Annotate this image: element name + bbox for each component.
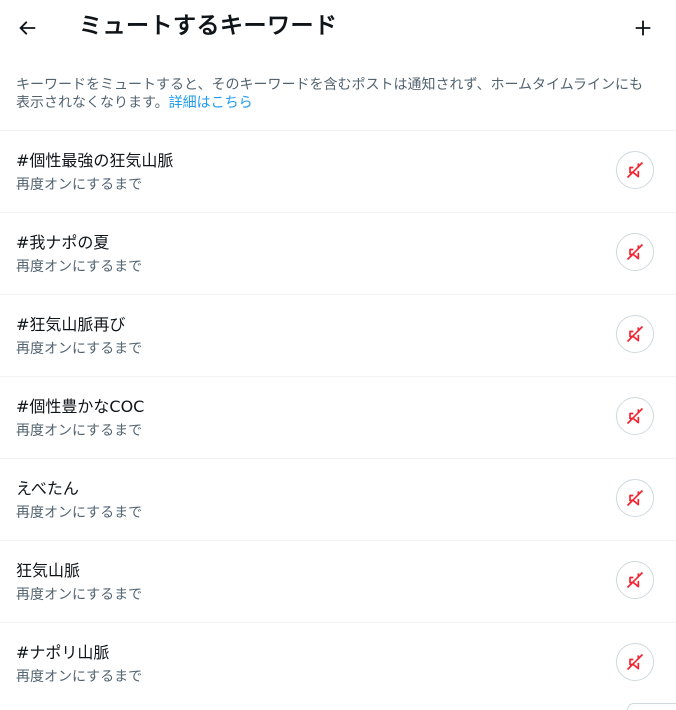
back-button[interactable] — [8, 9, 46, 47]
mute-duration: 再度オンにするまで — [16, 587, 143, 603]
list-item[interactable]: #個性豊かなCOC 再度オンにするまで — [0, 376, 676, 458]
unmute-button[interactable] — [616, 151, 654, 189]
plus-icon — [635, 20, 651, 36]
keyword-text: 狂気山脈 — [16, 561, 81, 580]
list-item[interactable]: 狂気山脈 再度オンにするまで — [0, 540, 676, 622]
speaker-muted-icon — [626, 653, 644, 671]
arrow-left-icon — [19, 21, 36, 35]
header: ミュートするキーワード — [0, 0, 676, 56]
keyword-text: #個性最強の狂気山脈 — [16, 151, 174, 170]
mute-duration: 再度オンにするまで — [16, 505, 143, 521]
list-item[interactable]: #我ナポの夏 再度オンにするまで — [0, 212, 676, 294]
keyword-text: #我ナポの夏 — [16, 233, 110, 252]
unmute-button[interactable] — [616, 479, 654, 517]
keyword-text: えべたん — [16, 479, 79, 498]
muted-keywords-page: ミュートするキーワード キーワードをミュートすると、そのキーワードを含むポストは… — [0, 0, 676, 710]
speaker-muted-icon — [626, 407, 644, 425]
description-text: キーワードをミュートすると、そのキーワードを含むポストは通知されず、ホームタイム… — [16, 77, 644, 111]
list-item[interactable]: #狂気山脈再び 再度オンにするまで — [0, 294, 676, 376]
muted-keyword-list: #個性最強の狂気山脈 再度オンにするまで #我ナポの夏 再度オンにするまで #狂… — [0, 130, 676, 704]
keyword-text: #狂気山脈再び — [16, 315, 126, 334]
keyword-text: #ナポリ山脈 — [16, 643, 110, 662]
unmute-button[interactable] — [616, 561, 654, 599]
list-item[interactable]: #個性最強の狂気山脈 再度オンにするまで — [0, 130, 676, 212]
page-title: ミュートするキーワード — [79, 13, 338, 39]
unmute-button[interactable] — [616, 643, 654, 681]
mute-duration: 再度オンにするまで — [16, 259, 143, 275]
speaker-muted-icon — [626, 243, 644, 261]
mute-duration: 再度オンにするまで — [16, 423, 143, 439]
speaker-muted-icon — [626, 161, 644, 179]
unmute-button[interactable] — [616, 397, 654, 435]
unmute-button[interactable] — [616, 315, 654, 353]
list-item[interactable]: #ナポリ山脈 再度オンにするまで — [0, 622, 676, 704]
speaker-muted-icon — [626, 571, 644, 589]
learn-more-link[interactable]: 詳細はこちら — [169, 95, 253, 111]
description: キーワードをミュートすると、そのキーワードを含むポストは通知されず、ホームタイム… — [16, 76, 656, 112]
add-keyword-button[interactable] — [624, 9, 662, 47]
mute-duration: 再度オンにするまで — [16, 341, 143, 357]
mute-duration: 再度オンにするまで — [16, 669, 143, 685]
corner-fragment — [627, 703, 676, 710]
list-item[interactable]: えべたん 再度オンにするまで — [0, 458, 676, 540]
speaker-muted-icon — [626, 489, 644, 507]
unmute-button[interactable] — [616, 233, 654, 271]
keyword-text: #個性豊かなCOC — [16, 397, 145, 416]
mute-duration: 再度オンにするまで — [16, 177, 143, 193]
speaker-muted-icon — [626, 325, 644, 343]
